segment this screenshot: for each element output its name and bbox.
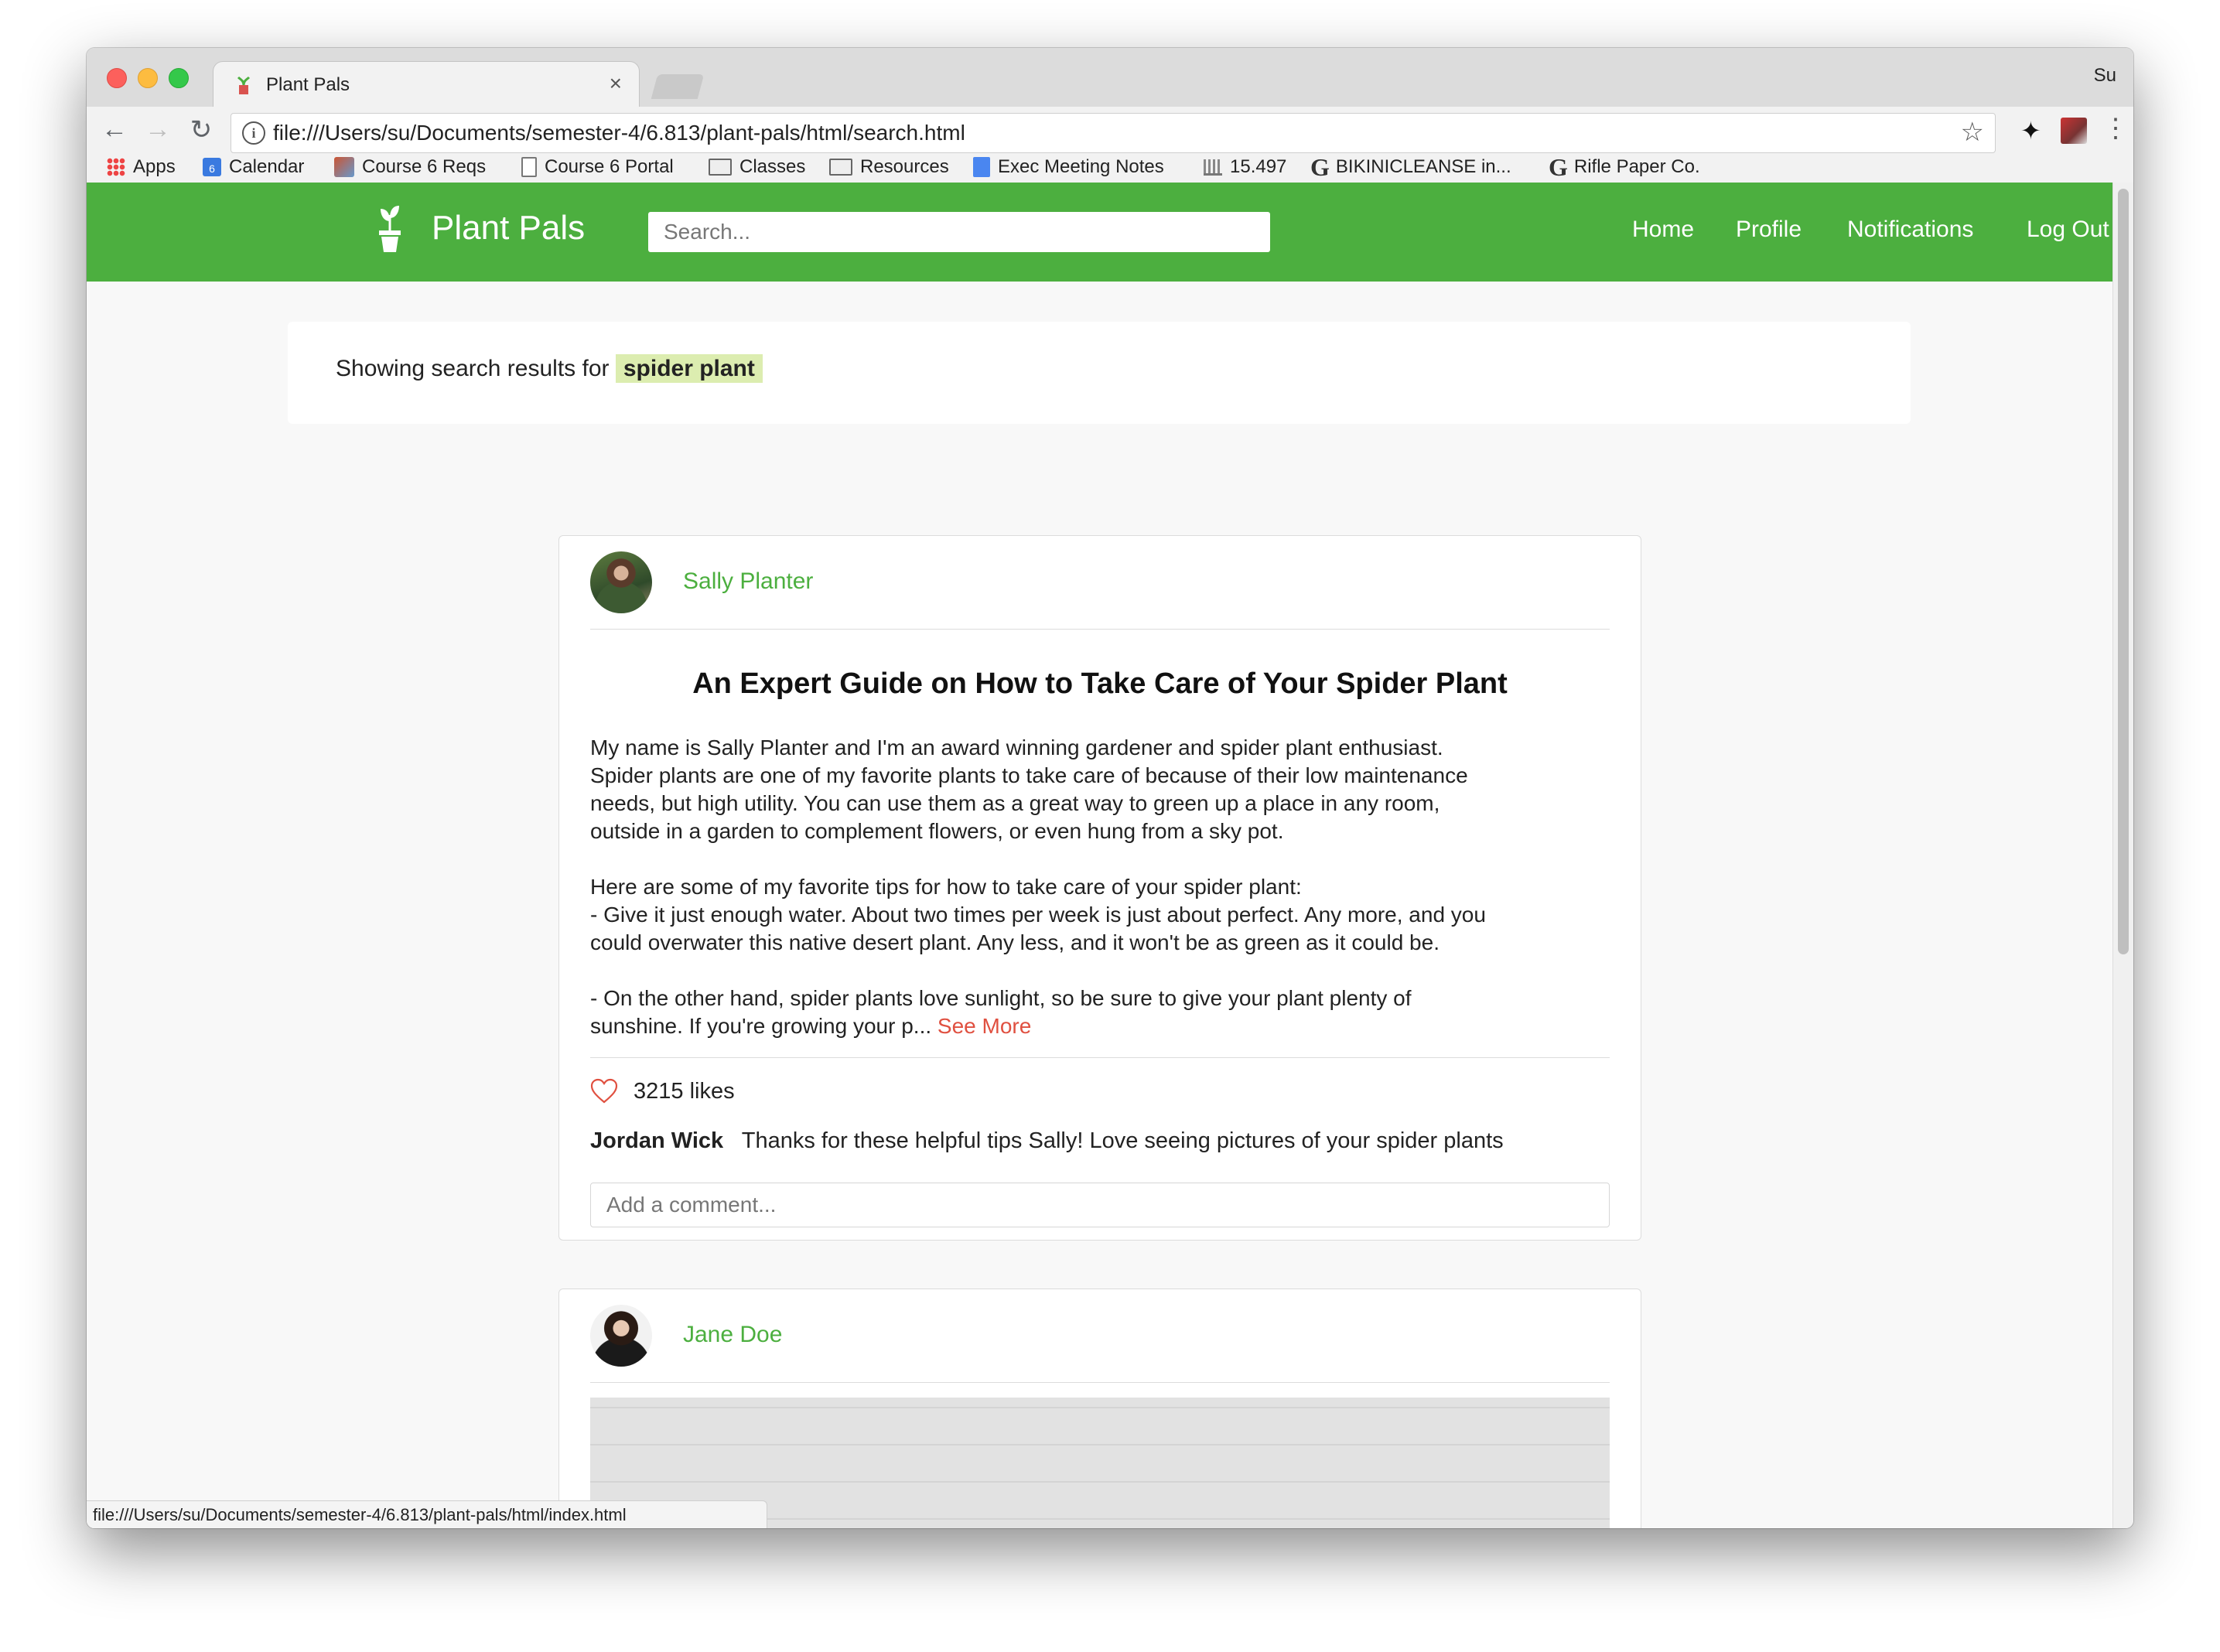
divider: [590, 1382, 1610, 1383]
bookmark-classes[interactable]: Classes: [709, 152, 805, 183]
nav-log-out[interactable]: Log Out: [2027, 217, 2109, 243]
bookmark-label: Course 6 Reqs: [362, 156, 487, 177]
bookmark-label: Classes: [739, 156, 806, 177]
bookmark-label: Course 6 Portal: [545, 156, 674, 177]
avatar[interactable]: [590, 551, 652, 613]
comment-author[interactable]: Jordan Wick: [590, 1128, 723, 1153]
search-query-highlight: spider plant: [615, 354, 763, 383]
bookmark-rifle-paper[interactable]: G Rifle Paper Co.: [1549, 152, 1700, 183]
bookmark-label: Rifle Paper Co.: [1573, 156, 1700, 177]
results-prefix: Showing search results for: [336, 356, 610, 381]
info-icon[interactable]: i: [242, 121, 265, 145]
page-icon: [521, 157, 537, 177]
post-body-text: My name is Sally Planter and I'm an awar…: [590, 736, 1486, 1038]
divider: [590, 1057, 1610, 1058]
bookmark-apps[interactable]: Apps: [107, 152, 176, 183]
bookmark-label: BIKINICLEANSE in...: [1335, 156, 1511, 177]
url-text[interactable]: file:///Users/su/Documents/semester-4/6.…: [273, 121, 965, 145]
nav-notifications[interactable]: Notifications: [1847, 217, 1973, 243]
close-window-button[interactable]: [107, 68, 127, 88]
bookmark-exec-meeting-notes[interactable]: Exec Meeting Notes: [973, 152, 1164, 183]
page-viewport: Plant Pals Home Profile Notifications Lo…: [87, 183, 2113, 1528]
like-count: 3215 likes: [634, 1079, 735, 1104]
calendar-icon: 6: [203, 158, 221, 176]
bookmark-course-6-reqs[interactable]: Course 6 Reqs: [334, 152, 486, 183]
maximize-window-button[interactable]: [169, 68, 189, 88]
back-arrow-icon[interactable]: ←: [99, 114, 130, 145]
add-comment-input[interactable]: [590, 1183, 1610, 1227]
bookmarks-bar: Apps 6 Calendar Course 6 Reqs Course 6 P…: [87, 152, 2133, 183]
see-more-link[interactable]: See More: [938, 1014, 1031, 1038]
comment-text: Thanks for these helpful tips Sally! Lov…: [741, 1128, 1504, 1153]
bookmark-label: 15.497: [1230, 156, 1287, 177]
reload-icon[interactable]: ↻: [186, 114, 217, 145]
g-icon: G: [1310, 152, 1330, 181]
bookmark-bikinicleanse[interactable]: G BIKINICLEANSE in...: [1310, 152, 1511, 183]
nav-profile[interactable]: Profile: [1736, 217, 1802, 243]
plant-pot-logo-icon[interactable]: [374, 204, 405, 254]
tab-strip: Plant Pals × Su: [87, 48, 2133, 108]
profile-name[interactable]: Su: [2094, 65, 2116, 87]
bookmark-label: Calendar: [229, 156, 305, 177]
bookmark-label: Exec Meeting Notes: [998, 156, 1164, 177]
bookmark-calendar[interactable]: 6 Calendar: [203, 152, 304, 183]
mit-icon: [334, 157, 354, 177]
browser-window: Plant Pals × Su ← → ↻ i file:///Users/su…: [87, 48, 2133, 1528]
post-author-link[interactable]: Sally Planter: [683, 568, 813, 595]
apps-grid-icon: [107, 158, 125, 176]
bookmark-star-icon[interactable]: ☆: [1961, 117, 1984, 148]
post-card: Sally Planter An Expert Guide on How to …: [558, 535, 1641, 1241]
page-scrollbar[interactable]: [2112, 183, 2133, 1528]
post-title: An Expert Guide on How to Take Care of Y…: [692, 667, 1508, 700]
site-brand[interactable]: Plant Pals: [432, 209, 585, 247]
divider: [590, 629, 1610, 630]
browser-menu-icon[interactable]: ⋮: [2102, 113, 2129, 144]
bookmark-15-497[interactable]: 15.497: [1204, 152, 1286, 183]
tab-close-icon[interactable]: ×: [610, 71, 622, 96]
bookmark-label: Resources: [860, 156, 949, 177]
google-doc-icon: [973, 157, 990, 177]
search-results-label: Showing search results for spider plant: [336, 354, 763, 383]
search-results-header: Showing search results for spider plant: [288, 322, 1911, 424]
bank-icon: [1204, 159, 1222, 176]
bookmark-label: Apps: [133, 156, 176, 177]
post-body: My name is Sally Planter and I'm an awar…: [590, 734, 1611, 1040]
forward-arrow-icon[interactable]: →: [142, 114, 173, 145]
avatar[interactable]: [590, 1305, 652, 1367]
heart-like-icon[interactable]: [590, 1077, 618, 1105]
folder-icon: [709, 159, 732, 176]
site-search-input[interactable]: [648, 212, 1270, 252]
folder-icon: [829, 159, 852, 176]
nav-home[interactable]: Home: [1632, 217, 1694, 243]
post-card: Jane Doe: [558, 1288, 1641, 1528]
tab-title: Plant Pals: [266, 74, 350, 95]
extension-bird-icon[interactable]: ✦: [2020, 116, 2041, 145]
minimize-window-button[interactable]: [138, 68, 158, 88]
g-icon: G: [1549, 152, 1568, 181]
bookmark-resources[interactable]: Resources: [829, 152, 949, 183]
status-bar-url: file:///Users/su/Documents/semester-4/6.…: [87, 1500, 767, 1528]
address-bar[interactable]: i file:///Users/su/Documents/semester-4/…: [231, 113, 1996, 153]
post-author-link[interactable]: Jane Doe: [683, 1322, 782, 1348]
scrollbar-thumb[interactable]: [2118, 189, 2129, 954]
plant-favicon-icon: [237, 76, 251, 94]
comment: Jordan Wick Thanks for these helpful tip…: [590, 1128, 1504, 1154]
tab-plant-pals[interactable]: Plant Pals ×: [213, 62, 639, 108]
site-navbar: Plant Pals Home Profile Notifications Lo…: [87, 183, 2113, 282]
new-tab-button[interactable]: [651, 74, 705, 99]
bookmark-course-6-portal[interactable]: Course 6 Portal: [521, 152, 674, 183]
extension-pdf-icon[interactable]: [2061, 118, 2087, 144]
